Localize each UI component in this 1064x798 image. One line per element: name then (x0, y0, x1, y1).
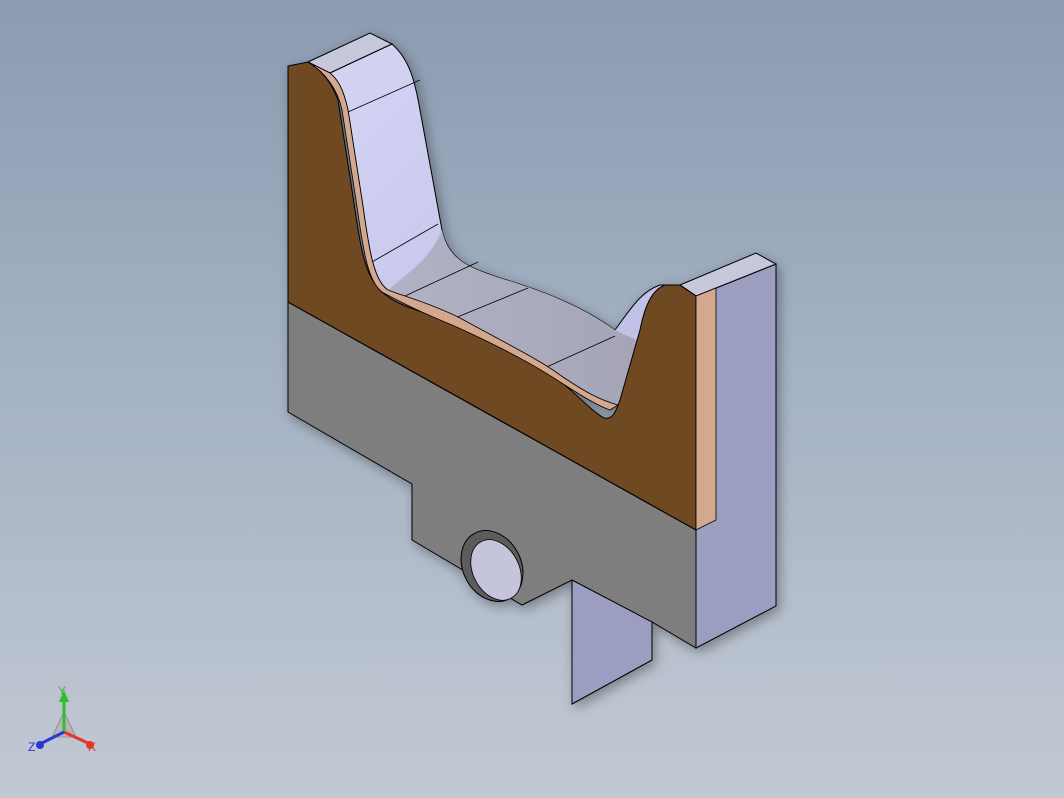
axis-z-label: Z (28, 740, 36, 754)
triad-graphic (36, 690, 94, 749)
coordinate-triad[interactable]: Y X Z (22, 682, 112, 762)
part-body[interactable] (287, 32, 778, 705)
graphics-viewport[interactable]: Y X Z (0, 0, 1064, 798)
model-view[interactable] (0, 0, 1064, 798)
axis-y-label: Y (58, 684, 67, 698)
axis-x-label: X (88, 740, 97, 754)
